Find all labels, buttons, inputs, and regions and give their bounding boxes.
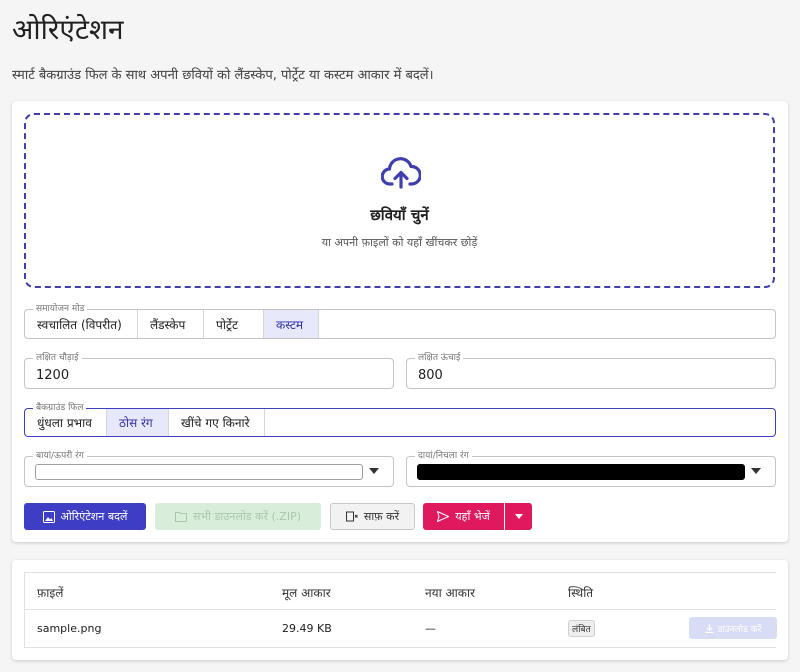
- download-file-label: डाउनलोड करें: [717, 624, 762, 635]
- target-height-value: 800: [418, 368, 443, 383]
- mode-option-auto[interactable]: स्वचालित (विपरीत): [25, 310, 138, 338]
- clear-icon: [345, 511, 358, 522]
- convert-orientation-label: ओरिएंटेशन बदलें: [60, 510, 128, 523]
- dropzone-title: छवियाँ चुनें: [370, 206, 429, 224]
- files-table: [24, 572, 776, 648]
- chevron-down-icon: [751, 468, 761, 474]
- download-all-label: सभी डाउनलोड करें (.ZIP): [192, 510, 301, 523]
- send-icon: [437, 511, 450, 522]
- download-icon: [705, 624, 714, 633]
- dropzone-subtitle: या अपनी फ़ाइलों को यहाँ खींचकर छोड़ें: [321, 236, 478, 249]
- original-size-cell: 29.49 KB: [282, 622, 332, 635]
- color-right-legend: दायां/निचला रंग: [415, 450, 472, 462]
- fill-option-blur[interactable]: धुंधला प्रभाव: [25, 409, 107, 436]
- send-here-label: यहाँ भेजें: [455, 510, 490, 523]
- settings-card: छवियाँ चुनें या अपनी फ़ाइलों को यहाँ खीं…: [12, 101, 788, 542]
- target-width-value: 1200: [36, 368, 70, 383]
- column-header-files: फ़ाइलें: [37, 586, 64, 600]
- convert-orientation-button[interactable]: ओरिएंटेशन बदलें: [24, 503, 146, 530]
- image-icon: [42, 510, 55, 523]
- send-options-dropdown[interactable]: [505, 503, 532, 530]
- chevron-down-icon: [369, 468, 379, 474]
- file-name-cell: sample.png: [37, 622, 102, 635]
- mode-option-custom[interactable]: कस्टम: [264, 310, 319, 338]
- new-size-cell: —: [425, 622, 436, 635]
- files-card: फ़ाइलें मूल आकार नया आकार स्थिति sample.…: [12, 560, 788, 660]
- target-width-field[interactable]: लक्षित चौड़ाई 1200: [24, 352, 394, 389]
- color-right-swatch: [417, 464, 745, 480]
- download-all-button[interactable]: सभी डाउनलोड करें (.ZIP): [155, 503, 321, 530]
- fill-option-stretched[interactable]: खींचे गए किनारे: [169, 409, 265, 436]
- clear-label: साफ़ करें: [363, 510, 400, 523]
- target-height-field[interactable]: लक्षित ऊंचाई 800: [406, 352, 776, 389]
- column-header-status: स्थिति: [568, 586, 594, 600]
- color-left-legend: बायां/ऊपरी रंग: [33, 450, 87, 462]
- clear-button[interactable]: साफ़ करें: [330, 503, 415, 530]
- status-badge: लंबित: [568, 620, 595, 637]
- mode-option-landscape[interactable]: लैंडस्केप: [138, 310, 204, 338]
- download-file-button[interactable]: डाउनलोड करें: [689, 617, 777, 639]
- color-left-swatch: [35, 464, 363, 480]
- target-width-legend: लक्षित चौड़ाई: [33, 352, 82, 364]
- page-subtitle: स्मार्ट बैकग्राउंड फिल के साथ अपनी छवियो…: [12, 68, 434, 83]
- column-header-new-size: नया आकार: [425, 586, 476, 600]
- color-right-field[interactable]: दायां/निचला रंग: [406, 450, 776, 487]
- fill-option-solid[interactable]: ठोस रंग: [107, 409, 169, 436]
- cloud-upload-icon: [381, 157, 421, 189]
- page-title: ओरिएंटेशन: [12, 13, 124, 46]
- table-divider: [24, 609, 776, 610]
- color-left-field[interactable]: बायां/ऊपरी रंग: [24, 450, 394, 487]
- background-fill-group: बैकग्राउंड फिल धुंधला प्रभाव ठोस रंग खीं…: [24, 402, 776, 437]
- send-here-button[interactable]: यहाँ भेजें: [423, 503, 504, 530]
- folder-zip-icon: [174, 512, 187, 522]
- upload-dropzone[interactable]: छवियाँ चुनें या अपनी फ़ाइलों को यहाँ खीं…: [24, 113, 775, 288]
- chevron-down-icon: [514, 514, 523, 519]
- adjust-mode-group: समायोजन मोड स्वचालित (विपरीत) लैंडस्केप …: [24, 303, 776, 339]
- column-header-original-size: मूल आकार: [282, 586, 331, 600]
- target-height-legend: लक्षित ऊंचाई: [415, 352, 464, 364]
- mode-option-portrait[interactable]: पोर्ट्रेट: [204, 310, 264, 338]
